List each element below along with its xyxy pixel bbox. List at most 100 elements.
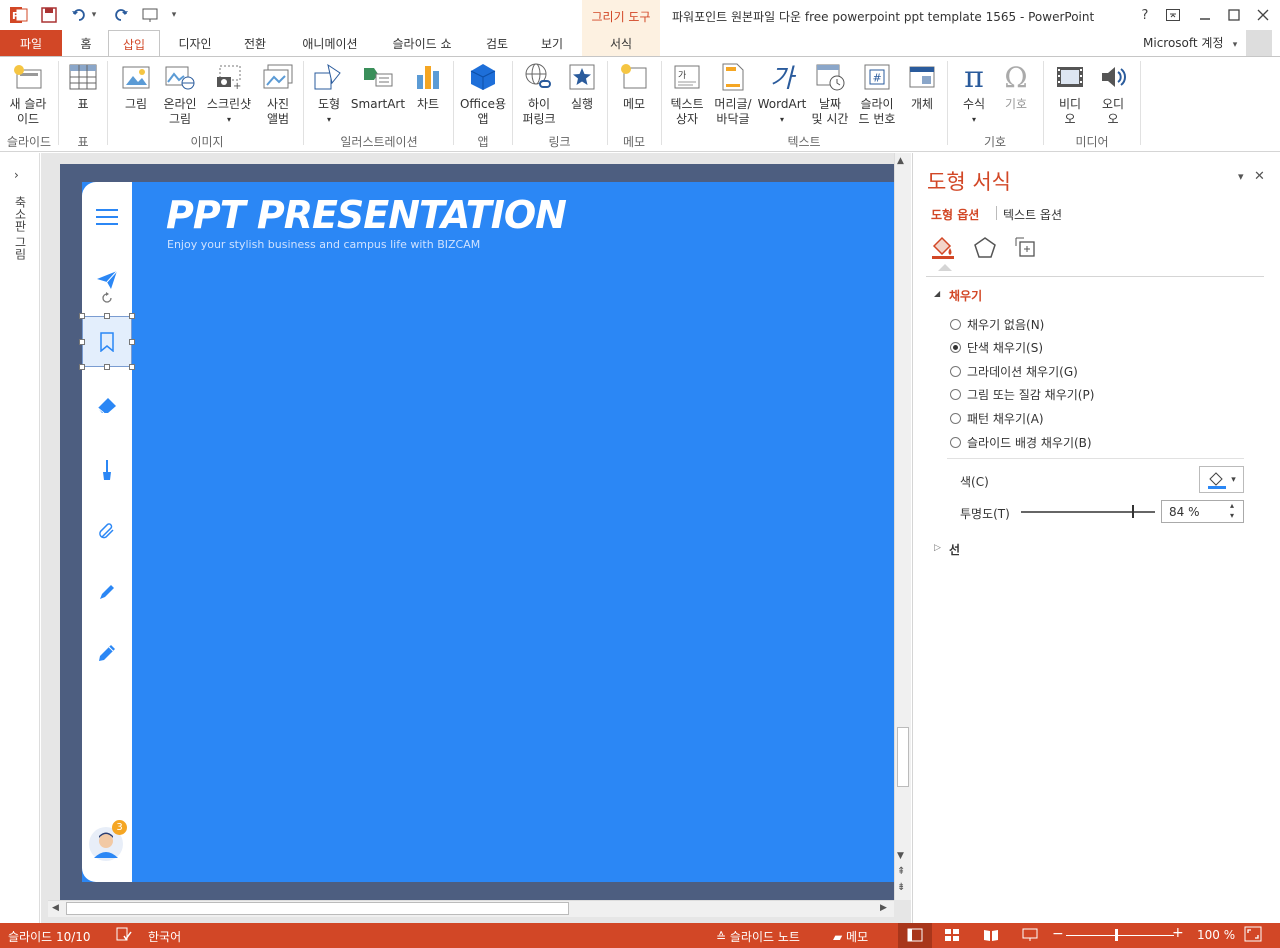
radio-solid-fill[interactable]: 단색 채우기(S) bbox=[950, 339, 1043, 356]
slide-show-icon[interactable] bbox=[1022, 928, 1038, 945]
tab-format[interactable]: 서식 bbox=[596, 30, 646, 56]
wordart-button[interactable]: 가 WordArt ▾ bbox=[756, 61, 808, 127]
radio-button[interactable] bbox=[950, 413, 961, 424]
tab-animations[interactable]: 애니메이션 bbox=[288, 30, 372, 56]
fill-line-icon[interactable] bbox=[929, 234, 957, 262]
minimize-icon[interactable] bbox=[1196, 6, 1214, 24]
resize-handle[interactable] bbox=[79, 313, 85, 319]
audio-button[interactable]: 오디 오 bbox=[1092, 61, 1134, 127]
expand-line-icon[interactable]: ▷ bbox=[934, 543, 941, 553]
tab-file[interactable]: 파일 bbox=[0, 30, 62, 56]
spell-check-icon[interactable] bbox=[116, 926, 132, 945]
help-button[interactable]: ? bbox=[1136, 6, 1154, 24]
rotate-handle-icon[interactable] bbox=[98, 289, 116, 307]
scroll-up-icon[interactable]: ▲ bbox=[897, 156, 904, 166]
zoom-in-button[interactable]: + bbox=[1172, 925, 1184, 941]
slide-title[interactable]: PPT PRESENTATION bbox=[166, 193, 567, 237]
size-properties-icon[interactable] bbox=[1012, 234, 1040, 262]
undo-dropdown-icon[interactable]: ▾ bbox=[89, 4, 99, 26]
spinner-up-icon[interactable]: ▴ bbox=[1230, 501, 1234, 510]
transparency-slider-thumb[interactable] bbox=[1132, 505, 1134, 518]
start-from-beginning-icon[interactable] bbox=[140, 4, 162, 26]
chart-button[interactable]: 차트 bbox=[408, 61, 448, 112]
symbol-button[interactable]: Ω 기호 bbox=[996, 61, 1036, 112]
fit-slide-icon[interactable] bbox=[1244, 926, 1262, 945]
resize-handle[interactable] bbox=[104, 364, 110, 370]
spinner-down-icon[interactable]: ▾ bbox=[1230, 511, 1234, 520]
horizontal-scroll-thumb[interactable] bbox=[66, 902, 569, 915]
next-slide-icon[interactable]: ⇟ bbox=[897, 882, 905, 893]
ribbon-display-options-icon[interactable] bbox=[1164, 6, 1182, 24]
brush-icon[interactable] bbox=[95, 458, 119, 482]
radio-slide-background-fill[interactable]: 슬라이드 배경 채우기(B) bbox=[950, 434, 1092, 451]
pen-icon[interactable] bbox=[95, 580, 119, 604]
pane-options-icon[interactable]: ▾ bbox=[1238, 170, 1244, 183]
fill-section-header[interactable]: 채우기 bbox=[949, 287, 982, 304]
textbox-button[interactable]: 가 텍스트 상자 bbox=[666, 61, 708, 127]
account-avatar[interactable] bbox=[1246, 30, 1272, 56]
scroll-down-icon[interactable]: ▼ bbox=[897, 851, 904, 861]
redo-icon[interactable] bbox=[110, 4, 132, 26]
shapes-button[interactable]: 도형 ▾ bbox=[310, 61, 348, 127]
account-menu[interactable]: Microsoft 계정 bbox=[1143, 34, 1224, 51]
radio-no-fill[interactable]: 채우기 없음(N) bbox=[950, 316, 1044, 333]
resize-handle[interactable] bbox=[79, 364, 85, 370]
tab-slide-show[interactable]: 슬라이드 쇼 bbox=[380, 30, 464, 56]
video-button[interactable]: 비디 오 bbox=[1050, 61, 1090, 127]
maximize-icon[interactable] bbox=[1225, 6, 1243, 24]
thumbnails-label[interactable]: 축소판 그림 bbox=[12, 196, 29, 260]
tab-transitions[interactable]: 전환 bbox=[232, 30, 278, 56]
resize-handle[interactable] bbox=[104, 313, 110, 319]
tab-insert[interactable]: 삽입 bbox=[108, 30, 160, 57]
zoom-level[interactable]: 100 % bbox=[1197, 928, 1235, 942]
radio-picture-texture-fill[interactable]: 그림 또는 질감 채우기(P) bbox=[950, 386, 1094, 403]
language-indicator[interactable]: 한국어 bbox=[148, 928, 181, 945]
scroll-right-icon[interactable]: ▶ bbox=[880, 903, 887, 913]
tab-view[interactable]: 보기 bbox=[530, 30, 574, 56]
bookmark-icon[interactable] bbox=[95, 330, 119, 354]
zoom-slider-thumb[interactable] bbox=[1115, 929, 1118, 941]
reading-view-icon[interactable] bbox=[983, 928, 999, 945]
office-apps-button[interactable]: Office용 앱 bbox=[458, 61, 508, 127]
account-dropdown-icon[interactable]: ▾ bbox=[1229, 34, 1241, 56]
resize-handle[interactable] bbox=[129, 313, 135, 319]
radio-button[interactable] bbox=[950, 366, 961, 377]
online-picture-button[interactable]: 온라인 그림 bbox=[158, 61, 202, 127]
object-button[interactable]: 개체 bbox=[902, 61, 942, 112]
resize-handle[interactable] bbox=[129, 339, 135, 345]
eraser-icon[interactable] bbox=[95, 393, 119, 417]
radio-button[interactable] bbox=[950, 389, 961, 400]
screenshot-button[interactable]: + 스크린샷 ▾ bbox=[202, 61, 256, 127]
tab-home[interactable]: 홈 bbox=[68, 30, 104, 56]
save-icon[interactable] bbox=[38, 4, 60, 26]
zoom-out-button[interactable]: − bbox=[1052, 926, 1064, 942]
date-time-button[interactable]: 날짜 및 시간 bbox=[808, 61, 852, 127]
tab-text-options[interactable]: 텍스트 옵션 bbox=[1003, 206, 1062, 223]
slide-subtitle[interactable]: Enjoy your stylish business and campus l… bbox=[167, 238, 480, 251]
slide-blue-panel[interactable] bbox=[82, 182, 894, 882]
normal-view-icon[interactable] bbox=[907, 928, 923, 945]
radio-button[interactable] bbox=[950, 319, 961, 330]
pane-close-icon[interactable]: ✕ bbox=[1254, 169, 1265, 184]
pencil-icon[interactable] bbox=[95, 641, 119, 665]
slide-indicator[interactable]: 슬라이드 10/10 bbox=[8, 928, 91, 945]
slide-number-button[interactable]: # 슬라이 드 번호 bbox=[854, 61, 900, 127]
resize-handle[interactable] bbox=[79, 339, 85, 345]
radio-button[interactable] bbox=[950, 437, 961, 448]
tab-design[interactable]: 디자인 bbox=[166, 30, 224, 56]
undo-icon[interactable] bbox=[68, 4, 90, 26]
fill-color-picker[interactable]: ▾ bbox=[1199, 466, 1244, 493]
radio-gradient-fill[interactable]: 그라데이션 채우기(G) bbox=[950, 363, 1078, 380]
transparency-slider[interactable] bbox=[1021, 511, 1155, 513]
picture-button[interactable]: 그림 bbox=[116, 61, 156, 112]
line-section-header[interactable]: 선 bbox=[949, 541, 960, 558]
radio-button[interactable] bbox=[950, 342, 961, 353]
vertical-scroll-thumb[interactable] bbox=[897, 727, 909, 787]
header-footer-button[interactable]: 머리글/ 바닥글 bbox=[710, 61, 756, 127]
new-slide-button[interactable]: 새 슬라 이드 bbox=[4, 61, 52, 127]
hamburger-menu-icon[interactable] bbox=[95, 205, 119, 229]
collapse-fill-icon[interactable]: ◢ bbox=[934, 289, 940, 298]
photo-album-button[interactable]: 사진 앨범 bbox=[258, 61, 298, 127]
scroll-left-icon[interactable]: ◀ bbox=[52, 903, 59, 913]
resize-handle[interactable] bbox=[129, 364, 135, 370]
